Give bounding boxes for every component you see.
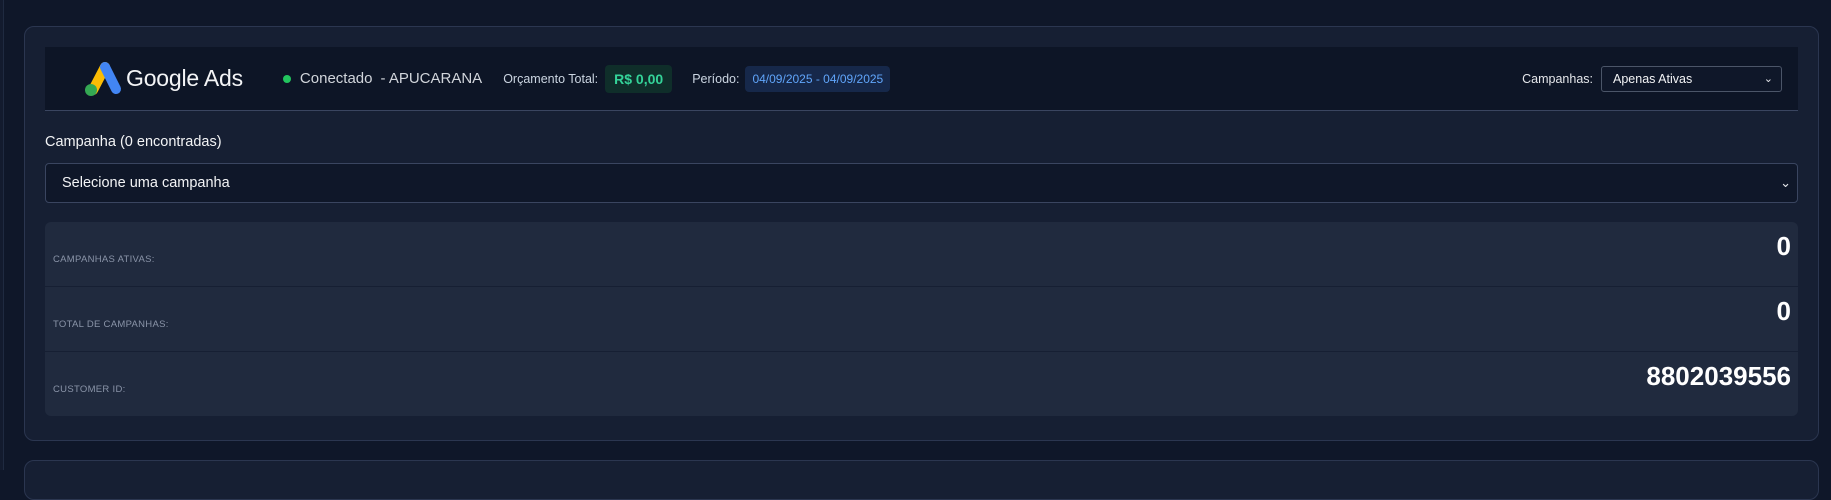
stat-label: TOTAL DE CAMPANHAS: — [53, 318, 169, 330]
google-ads-logo: Google Ads — [81, 59, 243, 99]
connection-status: Conectado - APUCARANA — [282, 70, 483, 87]
status-label: Conectado — [299, 70, 373, 87]
stat-value: 0 — [1776, 295, 1791, 326]
account-name: - APUCARANA — [380, 70, 483, 87]
left-edge — [0, 0, 4, 470]
google-ads-panel: Google Ads Conectado - APUCARANA Orçamen… — [24, 26, 1819, 441]
stat-customer-id: CUSTOMER ID: 8802039556 — [45, 352, 1798, 416]
chevron-down-icon: ⌄ — [1763, 73, 1773, 85]
budget-label: Orçamento Total: — [503, 71, 599, 86]
stat-label: CUSTOMER ID: — [53, 383, 126, 395]
next-panel — [24, 460, 1819, 500]
period-label: Período: — [692, 71, 740, 86]
period: Período: 04/09/2025 - 04/09/2025 — [692, 65, 891, 92]
period-value: 04/09/2025 - 04/09/2025 — [745, 65, 891, 92]
budget-value: R$ 0,00 — [605, 64, 673, 93]
logo-text: Google Ads — [126, 65, 243, 91]
panel-header: Google Ads Conectado - APUCARANA Orçamen… — [45, 47, 1798, 111]
campaign-section-label: Campanha (0 encontradas) — [45, 134, 222, 150]
stat-total-campaigns: TOTAL DE CAMPANHAS: 0 — [45, 287, 1798, 351]
campaign-select-placeholder: Selecione uma campanha — [62, 175, 230, 191]
status-dot-icon — [282, 74, 291, 83]
campaigns-filter-value: Apenas Ativas — [1613, 71, 1693, 86]
campaigns-filter-label: Campanhas: — [1522, 71, 1593, 86]
campaign-select[interactable]: Selecione uma campanha ⌄ — [45, 163, 1798, 203]
stat-active-campaigns: CAMPANHAS ATIVAS: 0 — [45, 222, 1798, 286]
stat-value: 0 — [1776, 230, 1791, 261]
campaigns-filter: Campanhas: Apenas Ativas ⌄ — [1522, 65, 1782, 92]
stat-label: CAMPANHAS ATIVAS: — [53, 253, 155, 265]
stat-value: 8802039556 — [1646, 360, 1791, 391]
budget: Orçamento Total: R$ 0,00 — [503, 64, 673, 93]
chevron-down-icon: ⌄ — [1780, 175, 1791, 190]
google-ads-logo-icon — [85, 61, 121, 96]
campaigns-filter-select[interactable]: Apenas Ativas ⌄ — [1601, 65, 1782, 92]
